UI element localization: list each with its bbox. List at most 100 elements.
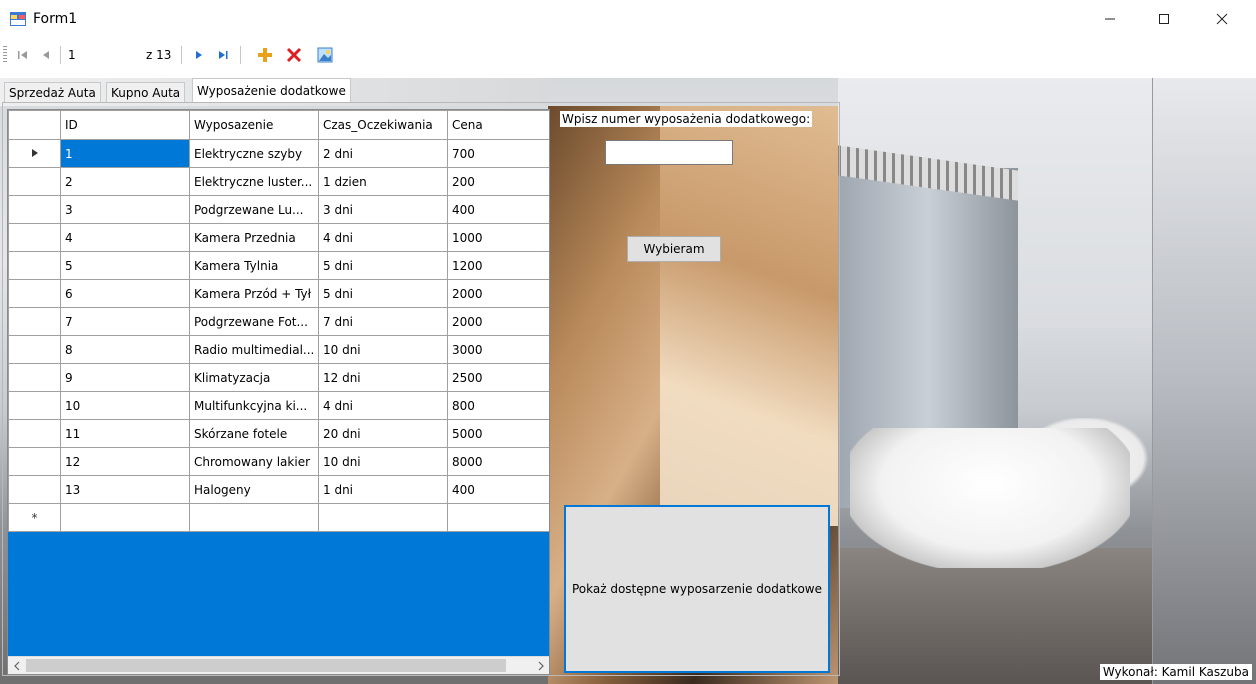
cell-wyposazenie[interactable]: Chromowany lakier [189,447,319,476]
cell-cena[interactable]: 200 [447,167,549,196]
cell-cena[interactable]: 2500 [447,363,549,392]
cell-czas[interactable]: 4 dni [318,223,448,252]
new-row[interactable]: * [8,503,549,532]
cell-cena[interactable]: 800 [447,391,549,420]
cell-czas[interactable]: 4 dni [318,391,448,420]
data-grid[interactable]: ID Wyposazenie Czas_Oczekiwania Cena 1 E… [7,109,550,675]
row-header[interactable] [8,223,61,252]
row-header[interactable] [8,363,61,392]
cell-wyposazenie[interactable]: Kamera Przód + Tył [189,279,319,308]
row-header[interactable] [8,307,61,336]
cell-czas[interactable]: 1 dni [318,475,448,504]
table-row[interactable]: 9 Klimatyzacja 12 dni 2500 [8,363,549,392]
equipment-number-input[interactable] [605,140,733,165]
cell-czas[interactable]: 10 dni [318,447,448,476]
table-row[interactable]: 4 Kamera Przednia 4 dni 1000 [8,223,549,252]
cell-wyposazenie[interactable]: Kamera Przednia [189,223,319,252]
cell-wyposazenie[interactable] [189,503,319,532]
cell-wyposazenie[interactable]: Podgrzewane Lu... [189,195,319,224]
cell-id[interactable] [60,503,190,532]
row-header[interactable] [8,419,61,448]
cell-czas[interactable]: 5 dni [318,279,448,308]
tab-wyposazenie-dodatkowe[interactable]: Wyposażenie dodatkowe [192,78,351,103]
horizontal-scrollbar[interactable] [8,656,549,674]
cell-cena[interactable]: 1200 [447,251,549,280]
row-header[interactable] [8,167,61,196]
cell-cena[interactable]: 400 [447,475,549,504]
cell-cena[interactable]: 2000 [447,279,549,308]
cell-id[interactable]: 7 [60,307,190,336]
row-header[interactable] [8,195,61,224]
cell-id[interactable]: 1 [60,139,190,168]
cell-cena[interactable]: 700 [447,139,549,168]
scroll-right-button[interactable] [532,657,549,674]
cell-id[interactable]: 12 [60,447,190,476]
delete-button[interactable] [283,44,305,66]
column-header-id[interactable]: ID [60,110,190,140]
maximize-button[interactable] [1141,0,1187,38]
cell-cena[interactable]: 8000 [447,447,549,476]
column-header-cena[interactable]: Cena [447,110,549,140]
table-row[interactable]: 2 Elektryczne luster... 1 dzien 200 [8,167,549,196]
scroll-left-button[interactable] [8,657,25,674]
cell-wyposazenie[interactable]: Podgrzewane Fot... [189,307,319,336]
save-image-button[interactable] [314,44,336,66]
cell-czas[interactable]: 10 dni [318,335,448,364]
cell-czas[interactable]: 20 dni [318,419,448,448]
cell-wyposazenie[interactable]: Elektryczne luster... [189,167,319,196]
row-header[interactable] [8,447,61,476]
table-row[interactable]: 1 Elektryczne szyby 2 dni 700 [8,139,549,168]
row-header[interactable] [8,139,61,168]
cell-id[interactable]: 10 [60,391,190,420]
table-row[interactable]: 7 Podgrzewane Fot... 7 dni 2000 [8,307,549,336]
row-header[interactable] [8,475,61,504]
show-available-equipment-button[interactable]: Pokaż dostępne wyposarzenie dodatkowe [564,505,830,673]
minimize-button[interactable] [1087,0,1133,38]
close-button[interactable] [1199,0,1245,38]
cell-czas[interactable] [318,503,448,532]
cell-wyposazenie[interactable]: Kamera Tylnia [189,251,319,280]
row-header[interactable] [8,335,61,364]
cell-wyposazenie[interactable]: Klimatyzacja [189,363,319,392]
tab-sprzedaz-auta[interactable]: Sprzedaż Auta [4,82,101,103]
cell-wyposazenie[interactable]: Multifunkcyjna ki... [189,391,319,420]
cell-cena[interactable]: 400 [447,195,549,224]
table-row[interactable]: 3 Podgrzewane Lu... 3 dni 400 [8,195,549,224]
table-row[interactable]: 13 Halogeny 1 dni 400 [8,475,549,504]
cell-cena[interactable] [447,503,549,532]
cell-id[interactable]: 2 [60,167,190,196]
row-header-corner[interactable] [8,110,61,140]
cell-czas[interactable]: 5 dni [318,251,448,280]
table-row[interactable]: 10 Multifunkcyjna ki... 4 dni 800 [8,391,549,420]
cell-czas[interactable]: 2 dni [318,139,448,168]
cell-wyposazenie[interactable]: Radio multimedial... [189,335,319,364]
tab-kupno-auta[interactable]: Kupno Auta [106,82,186,103]
cell-id[interactable]: 8 [60,335,190,364]
cell-wyposazenie[interactable]: Skórzane fotele [189,419,319,448]
position-input[interactable]: 1 [66,47,140,63]
toolbar-grip[interactable] [3,46,7,64]
table-row[interactable]: 11 Skórzane fotele 20 dni 5000 [8,419,549,448]
row-header[interactable] [8,251,61,280]
row-header[interactable] [8,279,61,308]
cell-id[interactable]: 13 [60,475,190,504]
cell-id[interactable]: 3 [60,195,190,224]
table-row[interactable]: 5 Kamera Tylnia 5 dni 1200 [8,251,549,280]
cell-id[interactable]: 4 [60,223,190,252]
table-row[interactable]: 8 Radio multimedial... 10 dni 3000 [8,335,549,364]
cell-cena[interactable]: 5000 [447,419,549,448]
cell-id[interactable]: 6 [60,279,190,308]
cell-czas[interactable]: 7 dni [318,307,448,336]
select-button[interactable]: Wybieram [627,236,721,262]
cell-id[interactable]: 11 [60,419,190,448]
move-next-button[interactable] [188,44,210,66]
cell-id[interactable]: 5 [60,251,190,280]
column-header-wyposazenie[interactable]: Wyposazenie [189,110,319,140]
move-previous-button[interactable] [36,44,58,66]
table-row[interactable]: 12 Chromowany lakier 10 dni 8000 [8,447,549,476]
cell-wyposazenie[interactable]: Elektryczne szyby [189,139,319,168]
cell-czas[interactable]: 1 dzien [318,167,448,196]
column-header-czas[interactable]: Czas_Oczekiwania [318,110,448,140]
cell-id[interactable]: 9 [60,363,190,392]
cell-cena[interactable]: 2000 [447,307,549,336]
